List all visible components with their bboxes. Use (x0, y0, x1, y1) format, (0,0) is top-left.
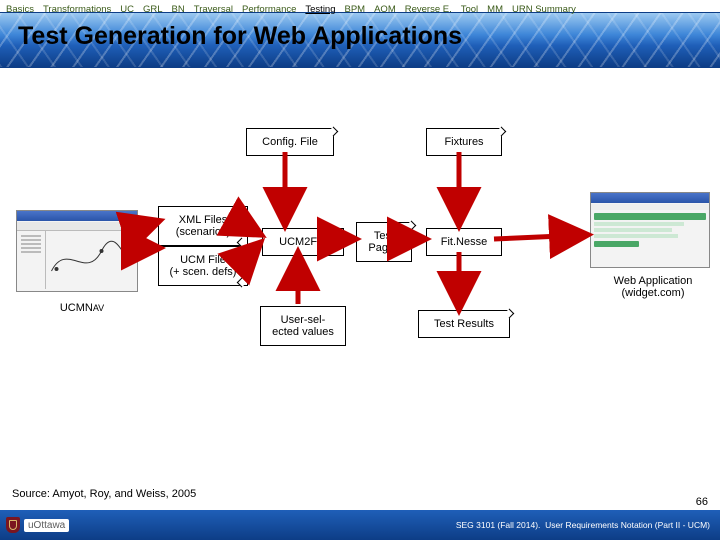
node-fitnesse: Fit.Nesse (426, 228, 502, 256)
webapp-screenshot (590, 192, 710, 268)
nav-mm[interactable]: MM (487, 4, 503, 15)
uottawa-logo: uOttawa (6, 517, 69, 533)
ucmnav-screenshot (16, 210, 138, 292)
nav-bpm[interactable]: BPM (345, 4, 366, 15)
nav-tool[interactable]: Tool (461, 4, 478, 15)
node-test-results: Test Results (418, 310, 510, 338)
diagram-stage: UCMNAV Web Application (widget.com) Conf… (0, 70, 720, 490)
nav-grl[interactable]: GRL (143, 4, 163, 15)
node-ucm-file: UCM File (+ scen. defs) (158, 246, 248, 286)
nav-transformations[interactable]: Transformations (43, 4, 111, 15)
node-xml-files: XML Files (scenarios) (158, 206, 248, 246)
footer-subtitle: User Requirements Notation (Part II - UC… (545, 520, 710, 530)
nav-aom[interactable]: AOM (374, 4, 396, 15)
nav-uc[interactable]: UC (120, 4, 134, 15)
nav-reverse-e[interactable]: Reverse E. (405, 4, 452, 15)
uottawa-text: uOttawa (24, 519, 69, 532)
node-ucm2fit: UCM2FIT (262, 228, 344, 256)
nav-basics[interactable]: Basics (6, 4, 34, 15)
webapp-label: Web Application (widget.com) (592, 270, 714, 304)
top-nav: Basics Transformations UC GRL BN Travers… (0, 0, 720, 18)
footer-course: SEG 3101 (Fall 2014) (456, 520, 538, 530)
node-config-file: Config. File (246, 128, 334, 156)
node-user-selected: User-sel- ected values (260, 306, 346, 346)
nav-urn-summary[interactable]: URN Summary (512, 4, 576, 15)
page-title: Test Generation for Web Applications (18, 22, 462, 51)
nav-bn[interactable]: BN (172, 4, 185, 15)
ucmnav-label: UCMNAV (46, 298, 118, 318)
page-number: 66 (696, 496, 708, 508)
node-fixtures: Fixtures (426, 128, 502, 156)
shield-icon (6, 517, 20, 533)
nav-performance[interactable]: Performance (242, 4, 296, 15)
node-test-pages: Test Pages (356, 222, 412, 262)
source-citation: Source: Amyot, Roy, and Weiss, 2005 (12, 488, 196, 500)
nav-testing[interactable]: Testing (305, 4, 335, 15)
nav-traversal[interactable]: Traversal (194, 4, 233, 15)
footer-bar: uOttawa SEG 3101 (Fall 2014). User Requi… (0, 510, 720, 540)
